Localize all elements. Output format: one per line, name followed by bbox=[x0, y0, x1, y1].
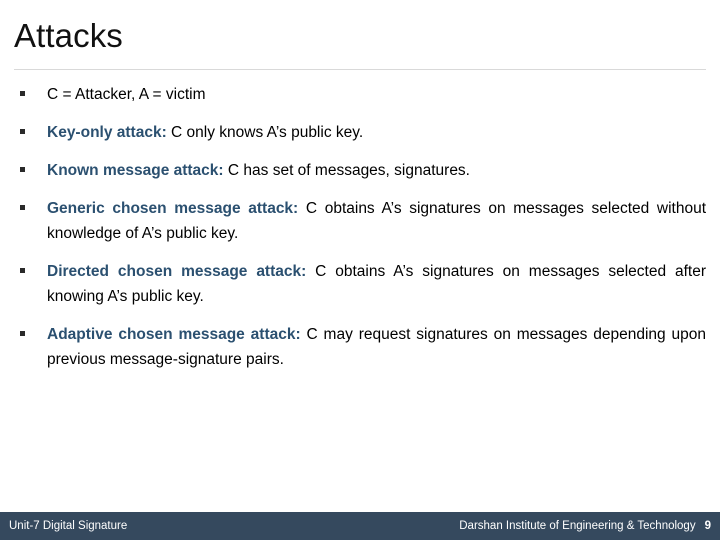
list-item: Adaptive chosen message attack: C may re… bbox=[14, 322, 706, 372]
footer-right-group: Darshan Institute of Engineering & Techn… bbox=[459, 520, 711, 532]
list-item-lead: Adaptive chosen message attack: bbox=[47, 326, 301, 343]
footer-organization: Darshan Institute of Engineering & Techn… bbox=[459, 520, 696, 532]
list-item: Generic chosen message attack: C obtains… bbox=[14, 196, 706, 246]
list-item-lead: Key-only attack: bbox=[47, 124, 167, 141]
square-bullet-icon bbox=[20, 91, 25, 96]
bullet-list: C = Attacker, A = victim Key-only attack… bbox=[14, 82, 706, 372]
list-item-text: C has set of messages, signatures. bbox=[223, 162, 470, 179]
list-item-lead: Directed chosen message attack: bbox=[47, 263, 307, 280]
list-item-text: C = Attacker, A = victim bbox=[47, 86, 206, 103]
footer-page-number: 9 bbox=[704, 520, 711, 532]
list-item: Known message attack: C has set of messa… bbox=[14, 158, 706, 183]
title-area: Attacks bbox=[14, 14, 706, 62]
list-item-text: C only knows A’s public key. bbox=[166, 124, 364, 141]
page-title: Attacks bbox=[14, 17, 123, 54]
square-bullet-icon bbox=[20, 129, 25, 134]
square-bullet-icon bbox=[20, 167, 25, 172]
list-item: Directed chosen message attack: C obtain… bbox=[14, 259, 706, 309]
list-item: C = Attacker, A = victim bbox=[14, 82, 706, 107]
list-item-lead: Generic chosen message attack: bbox=[47, 200, 299, 217]
footer-unit-label: Unit-7 Digital Signature bbox=[9, 520, 128, 532]
title-divider bbox=[14, 69, 706, 70]
square-bullet-icon bbox=[20, 205, 25, 210]
square-bullet-icon bbox=[20, 331, 25, 336]
slide-footer: Unit-7 Digital Signature Darshan Institu… bbox=[0, 512, 720, 540]
square-bullet-icon bbox=[20, 268, 25, 273]
slide-canvas: Attacks C = Attacker, A = victim Key-onl… bbox=[0, 0, 720, 540]
list-item-lead: Known message attack: bbox=[47, 162, 224, 179]
list-item: Key-only attack: C only knows A’s public… bbox=[14, 120, 706, 145]
